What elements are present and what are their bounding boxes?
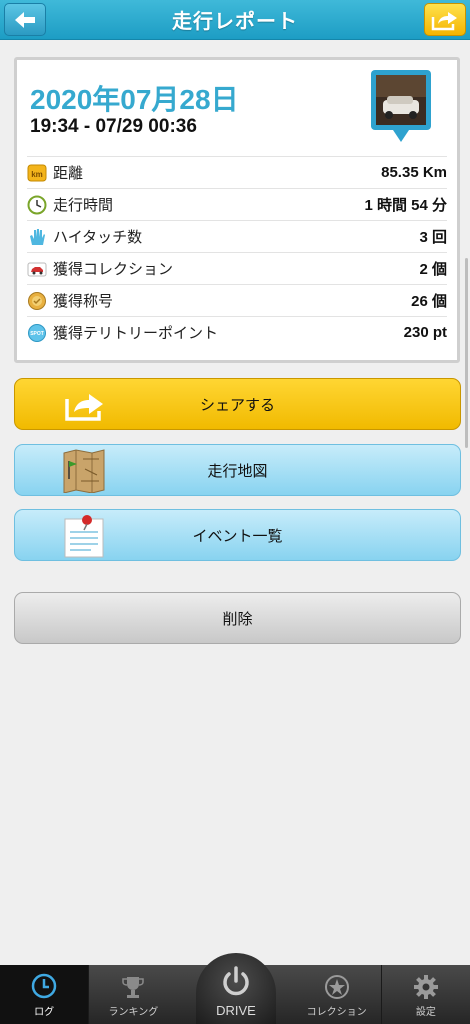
stat-label: 距離 [53,164,84,182]
car-icon [27,259,47,279]
tab-collection[interactable]: コレクション [262,965,382,1024]
star-circle-icon [324,975,349,999]
medal-icon [27,291,47,311]
stat-value: 1 時間 54 分 [364,197,447,214]
back-button[interactable] [4,3,46,36]
share-icon [65,394,103,421]
arrow-left-icon [15,11,35,28]
km-icon: km [27,163,47,183]
memo-pin-icon [64,515,104,558]
drive-button[interactable]: DRIVE [196,953,276,1024]
stat-row-titles: 獲得称号 26 個 [27,284,447,316]
report-time-range: 19:34 - 07/29 00:36 [30,116,197,137]
stat-value: 230 pt [403,324,447,341]
share-button[interactable]: シェアする [14,378,461,430]
report-card: 2020年07月28日 19:34 - 07/29 00:36 km 距離 85… [14,57,460,363]
drive-map-button[interactable]: 走行地図 [14,444,461,496]
scrollbar[interactable] [465,258,468,448]
stat-row-distance: km 距離 85.35 Km [27,156,447,188]
header-bar: 走行レポート [0,0,470,40]
share-icon [431,11,457,30]
drive-label: DRIVE [216,1003,256,1018]
drive-map-button-label: 走行地図 [207,461,268,480]
tab-label: コレクション [306,1007,367,1018]
gear-icon [413,975,438,999]
tab-label: ランキング [108,1007,159,1018]
event-list-button[interactable]: イベント一覧 [14,509,461,561]
report-stats-list: km 距離 85.35 Km 走行時間 1 時間 54 分 ハイタッチ数 3 回… [27,156,447,348]
trophy-icon [122,977,145,998]
stat-label: 走行時間 [53,196,114,214]
svg-text:km: km [31,170,43,179]
drive-photo-thumbnail [371,70,431,142]
stat-row-drive-time: 走行時間 1 時間 54 分 [27,188,447,220]
stat-value: 26 個 [411,293,447,310]
stat-label: 獲得コレクション [53,260,174,278]
delete-button-label: 削除 [222,609,253,628]
tab-log[interactable]: ログ [0,965,90,1024]
stat-value: 3 回 [419,229,447,246]
spot-icon: SPOT [27,323,47,343]
clock-icon [31,973,57,999]
header-share-button[interactable] [424,3,466,36]
tab-label: 設定 [415,1007,436,1018]
page-title: 走行レポート [172,9,298,33]
stat-value: 85.35 Km [381,164,447,181]
svg-text:SPOT: SPOT [30,331,44,337]
stat-row-high-touch: ハイタッチ数 3 回 [27,220,447,252]
stat-label: ハイタッチ数 [53,228,143,246]
delete-button[interactable]: 削除 [14,592,461,644]
clock-icon [27,195,47,215]
tab-label: ログ [34,1007,55,1018]
stat-row-territory-points: SPOT 獲得テリトリーポイント 230 pt [27,316,447,348]
event-list-button-label: イベント一覧 [192,526,283,545]
report-date: 2020年07月28日 [30,84,239,115]
stat-label: 獲得称号 [53,292,114,310]
tab-ranking[interactable]: ランキング [89,965,209,1024]
share-button-label: シェアする [199,395,275,414]
tab-settings[interactable]: 設定 [382,965,470,1024]
power-icon [223,966,249,996]
stat-label: 獲得テリトリーポイント [53,324,219,342]
stat-value: 2 個 [419,261,447,278]
stat-row-collection: 獲得コレクション 2 個 [27,252,447,284]
hand-icon [27,227,47,247]
map-icon [63,449,105,493]
